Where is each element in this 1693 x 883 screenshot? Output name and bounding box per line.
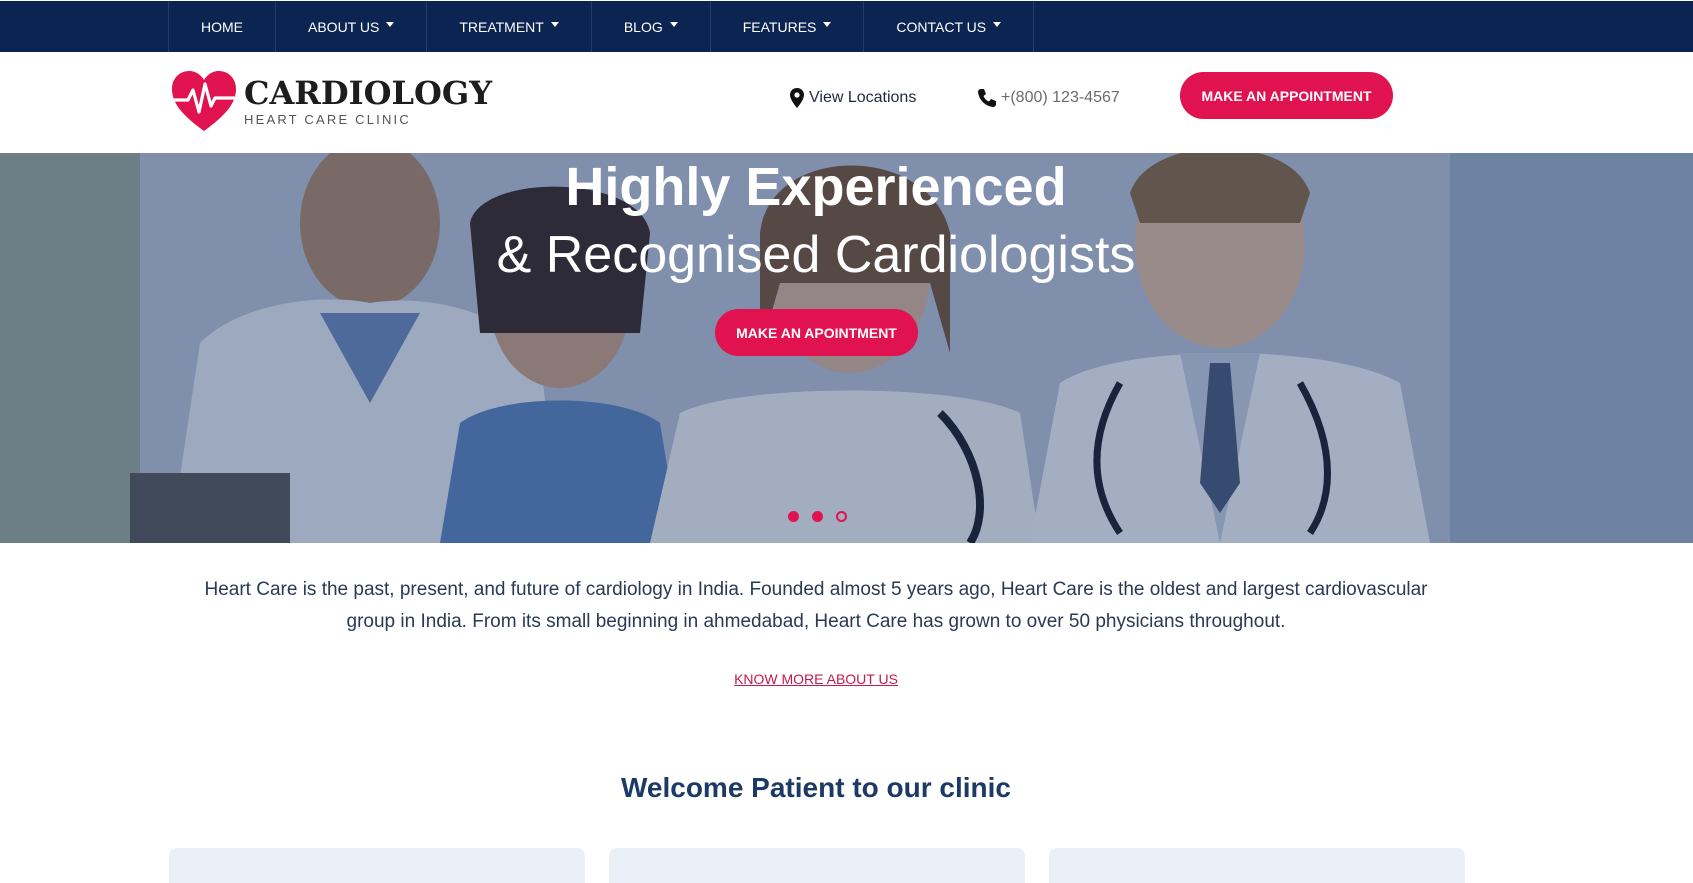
phone-number: +(800) 123-4567 bbox=[1001, 89, 1120, 106]
logo-title: CARDIOLOGY bbox=[244, 74, 493, 112]
hero-headline: Highly Experienced bbox=[565, 157, 1067, 217]
intro-paragraph: Heart Care is the past, present, and fut… bbox=[204, 579, 1428, 632]
view-locations-label: View Locations bbox=[809, 89, 917, 106]
slider-dot[interactable] bbox=[788, 511, 799, 522]
heart-pulse-icon bbox=[172, 71, 236, 131]
welcome-heading: Welcome Patient to our clinic bbox=[620, 772, 1011, 803]
phone-contact[interactable]: +(800) 123-4567 bbox=[977, 88, 1120, 108]
make-appointment-button[interactable]: MAKE AN APPOINTMENT bbox=[1180, 72, 1393, 119]
nav-item-label: HOME bbox=[201, 18, 243, 35]
feature-card bbox=[1049, 848, 1465, 883]
hero-slider: Highly Experienced & Recognised Cardiolo… bbox=[0, 153, 1693, 543]
caret-down-icon bbox=[823, 22, 832, 27]
site-logo[interactable]: CARDIOLOGY HEART CARE CLINIC bbox=[170, 70, 492, 133]
nav-item-label: FEATURES bbox=[742, 18, 817, 35]
slider-pagination bbox=[788, 511, 860, 522]
logo-text: CARDIOLOGY HEART CARE CLINIC bbox=[244, 76, 492, 127]
feature-card bbox=[169, 848, 585, 883]
nav-item-blog[interactable]: BLOG bbox=[592, 1, 711, 52]
nav-item-about-us[interactable]: ABOUT US bbox=[276, 1, 428, 52]
hero-appointment-button[interactable]: MAKE AN APOINTMENT bbox=[715, 309, 918, 356]
top-navigation-bar: HOME ABOUT US TREATMENT BLOG FEATURES CO… bbox=[0, 1, 1693, 52]
feature-card bbox=[609, 848, 1025, 883]
know-more-link[interactable]: KNOW MORE ABOUT US bbox=[0, 671, 1632, 687]
phone-icon bbox=[978, 89, 996, 107]
nav-item-contact-us[interactable]: CONTACT US bbox=[864, 1, 1035, 52]
slider-dot[interactable] bbox=[812, 511, 823, 522]
hero-subheadline: & Recognised Cardiologists bbox=[496, 226, 1136, 284]
caret-down-icon bbox=[993, 22, 1002, 27]
nav-item-label: TREATMENT bbox=[459, 18, 544, 35]
logo-subtitle: HEART CARE CLINIC bbox=[244, 112, 411, 127]
nav-menu: HOME ABOUT US TREATMENT BLOG FEATURES CO… bbox=[168, 1, 1035, 52]
nav-item-label: BLOG bbox=[623, 18, 663, 35]
site-header: CARDIOLOGY HEART CARE CLINIC View Locati… bbox=[0, 52, 1693, 153]
nav-item-treatment[interactable]: TREATMENT bbox=[427, 1, 592, 52]
slider-dot[interactable] bbox=[836, 511, 847, 522]
nav-item-label: CONTACT US bbox=[896, 18, 987, 35]
map-pin-icon bbox=[790, 88, 804, 108]
caret-down-icon bbox=[386, 22, 395, 27]
nav-item-label: ABOUT US bbox=[308, 18, 380, 35]
nav-item-features[interactable]: FEATURES bbox=[711, 1, 865, 52]
caret-down-icon bbox=[669, 22, 678, 27]
nav-item-home[interactable]: HOME bbox=[169, 1, 276, 52]
caret-down-icon bbox=[550, 22, 559, 27]
view-locations-link[interactable]: View Locations bbox=[790, 88, 916, 108]
